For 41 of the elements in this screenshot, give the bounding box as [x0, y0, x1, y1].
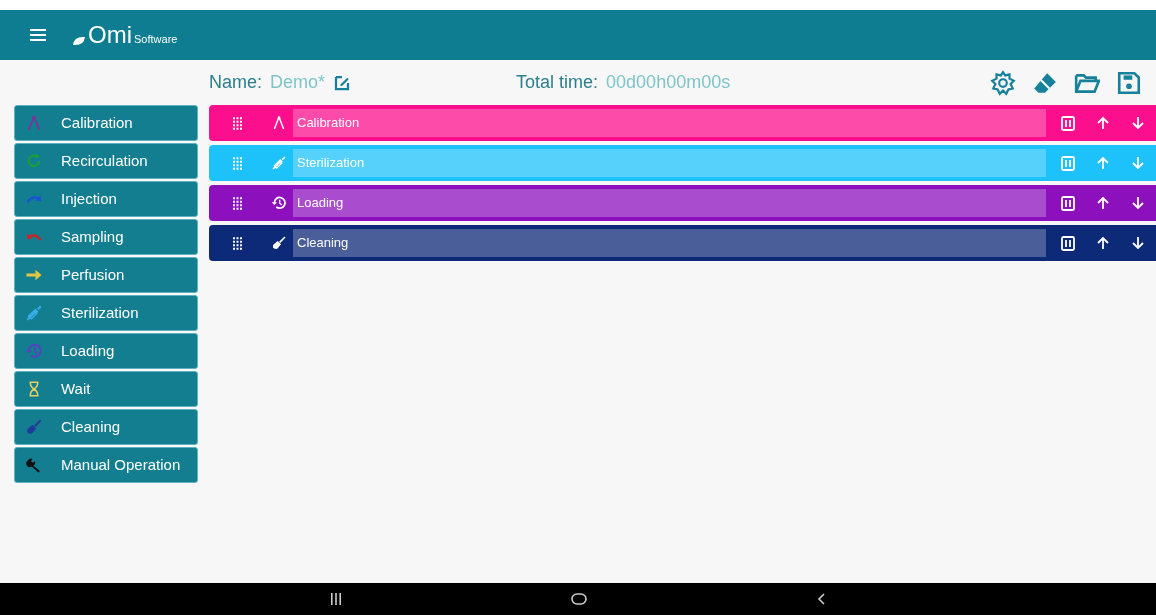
step-name-field[interactable]: Loading	[293, 189, 1046, 217]
home-icon[interactable]	[571, 593, 587, 605]
delete-icon[interactable]	[1060, 235, 1075, 251]
step-type-button[interactable]: Sampling	[14, 219, 198, 255]
step-type-button[interactable]: Manual Operation	[14, 447, 198, 483]
name-value: Demo*	[270, 71, 326, 94]
total-time-value: 00d00h00m00s	[606, 71, 731, 94]
step-type-button[interactable]: Wait	[14, 371, 198, 407]
compass-icon	[271, 115, 287, 131]
move-down-icon[interactable]	[1131, 196, 1146, 210]
settings-icon[interactable]	[990, 69, 1016, 96]
total-time-label: Total time:	[516, 71, 599, 94]
drag-handle-icon[interactable]	[232, 196, 242, 210]
history-icon	[271, 195, 287, 211]
drag-handle-icon[interactable]	[232, 236, 242, 250]
step-type-button[interactable]: Sterilization	[14, 295, 198, 331]
logo-subtitle: Software	[134, 34, 178, 47]
back-icon[interactable]	[817, 593, 825, 605]
move-up-icon[interactable]	[1096, 196, 1110, 210]
drag-handle-icon[interactable]	[232, 156, 242, 170]
drag-handle-icon[interactable]	[232, 116, 242, 130]
step-type-button[interactable]: Calibration	[14, 105, 198, 141]
step-type-button[interactable]: Cleaning	[14, 409, 198, 445]
recent-apps-icon[interactable]	[331, 593, 341, 605]
step-type-button[interactable]: Perfusion	[14, 257, 198, 293]
name-label: Name:	[209, 71, 262, 94]
delete-icon[interactable]	[1060, 195, 1075, 211]
menu-icon[interactable]	[30, 29, 46, 41]
step-name-field[interactable]: Calibration	[293, 109, 1046, 137]
step-name-field[interactable]: Cleaning	[293, 229, 1046, 257]
logo-text: Omi	[88, 23, 132, 47]
syringe-icon	[271, 155, 287, 171]
save-icon[interactable]	[1116, 69, 1142, 96]
edit-icon[interactable]	[333, 73, 352, 92]
step-type-button[interactable]: Loading	[14, 333, 198, 369]
leaf-icon	[72, 35, 86, 47]
step-type-button[interactable]: Recirculation	[14, 143, 198, 179]
step-type-button[interactable]: Injection	[14, 181, 198, 217]
move-up-icon[interactable]	[1096, 236, 1110, 250]
broom-icon	[271, 235, 287, 251]
move-down-icon[interactable]	[1131, 236, 1146, 250]
